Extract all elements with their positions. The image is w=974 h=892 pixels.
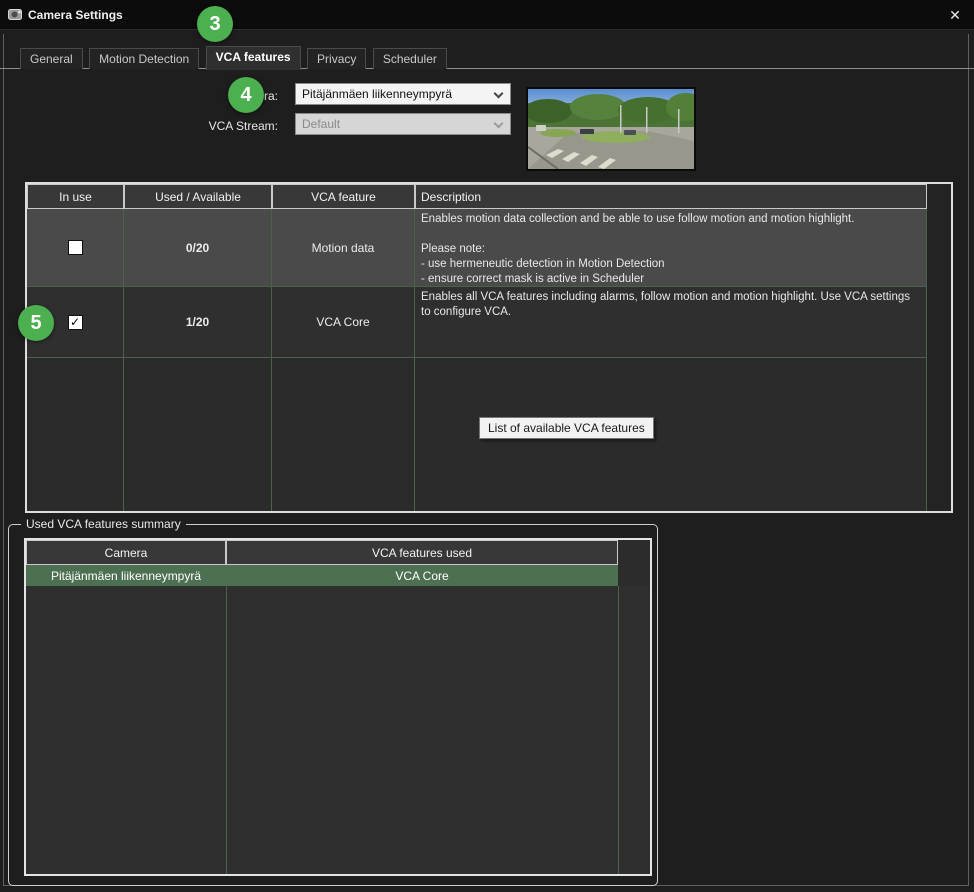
column-separator [226,586,227,874]
used-available-value: 0/20 [124,209,272,287]
tab-vca-features[interactable]: VCA features [206,46,301,70]
vca-features-table: In use Used / Available VCA feature Desc… [25,182,953,513]
table-right-gutter [927,184,951,511]
summary-header-gutter [618,540,650,565]
column-separator [618,586,619,874]
close-icon[interactable]: ✕ [946,6,964,24]
vca-stream-select-value: Default [302,117,340,131]
vca-table-header: In use Used / Available VCA feature Desc… [27,184,927,209]
vca-stream-select: Default [295,113,511,135]
tab-motion-detection[interactable]: Motion Detection [89,48,199,69]
vca-feature-name: VCA Core [272,287,415,358]
summary-row-selected[interactable]: Pitäjänmäen liikenneympyrä VCA Core [26,565,650,586]
tab-general[interactable]: General [20,48,83,69]
group-label: Used VCA features summary [21,517,186,531]
vca-feature-name: Motion data [272,209,415,287]
tab-scheduler[interactable]: Scheduler [373,48,447,69]
table-row-vca-core: ✓ 1/20 VCA Core Enables all VCA features… [27,287,927,358]
summary-camera-name: Pitäjänmäen liikenneympyrä [26,565,226,586]
camera-select[interactable]: Pitäjänmäen liikenneympyrä [295,83,511,105]
used-vca-summary-group: Used VCA features summary Camera VCA fea… [8,524,658,886]
camera-settings-dialog: Camera Settings ✕ General Motion Detecti… [0,0,974,892]
tooltip: List of available VCA features [479,417,654,439]
chevron-down-icon [494,89,504,99]
header-vca-feature: VCA feature [272,184,415,209]
summary-features-used: VCA Core [226,565,618,586]
in-use-checkbox-motion-data[interactable] [68,240,83,255]
tab-privacy[interactable]: Privacy [307,48,366,69]
used-vca-summary-table: Camera VCA features used Pitäjänmäen lii… [24,538,652,876]
header-in-use: In use [27,184,124,209]
callout-3: 3 [197,6,233,42]
title-bar: Camera Settings ✕ [0,0,974,30]
used-available-value: 1/20 [124,287,272,358]
header-description: Description [415,184,927,209]
tab-bar: General Motion Detection VCA features Pr… [0,46,974,69]
header-vca-features-used: VCA features used [226,540,618,565]
vca-stream-label: VCA Stream: [158,119,278,133]
camera-select-value: Pitäjänmäen liikenneympyrä [302,87,452,101]
vca-feature-description: Enables all VCA features including alarm… [415,287,927,358]
header-used-available: Used / Available [124,184,272,209]
camera-settings-icon [8,8,23,26]
window-title: Camera Settings [28,8,123,22]
table-empty-area [27,358,927,511]
header-camera: Camera [26,540,226,565]
chevron-down-icon [494,119,504,129]
summary-table-header: Camera VCA features used [26,540,650,565]
callout-4: 4 [228,77,264,113]
vca-feature-description: Enables motion data collection and be ab… [415,209,927,287]
in-use-checkbox-vca-core[interactable]: ✓ [68,315,83,330]
camera-preview-thumbnail [526,87,696,171]
callout-5: 5 [18,305,54,341]
table-row-motion-data: 0/20 Motion data Enables motion data col… [27,209,927,287]
